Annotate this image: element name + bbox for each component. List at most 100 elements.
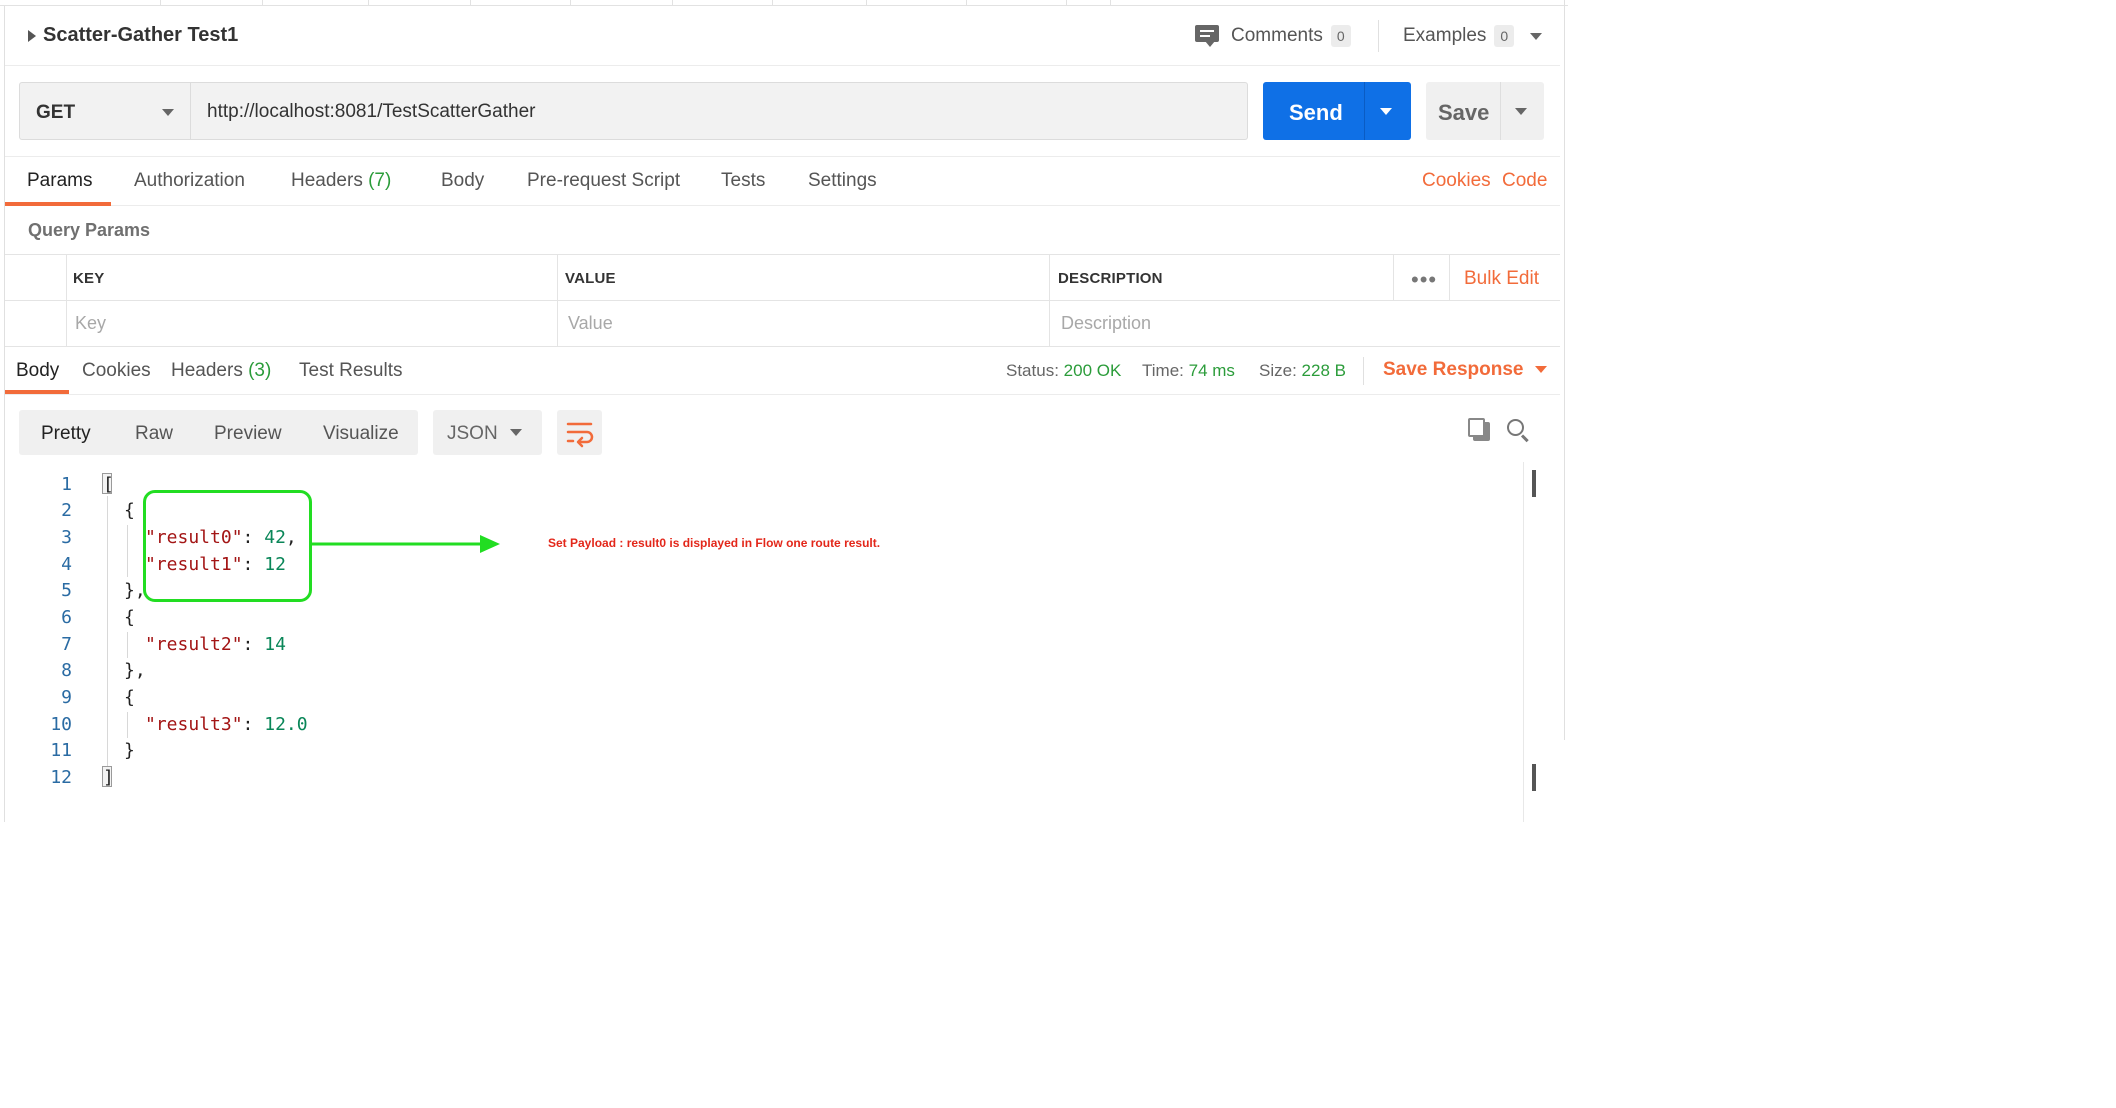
code-line: "result2": 14 — [145, 634, 286, 655]
tab-prerequest-script[interactable]: Pre-request Script — [527, 170, 680, 192]
divider — [1378, 20, 1379, 52]
view-visualize[interactable]: Visualize — [323, 423, 399, 445]
comments-button[interactable]: Comments 0 — [1195, 22, 1351, 50]
tab-authorization[interactable]: Authorization — [134, 170, 245, 192]
save-label: Save — [1438, 100, 1490, 125]
column-divider — [1393, 255, 1394, 301]
more-options-icon[interactable]: ••• — [1411, 267, 1437, 293]
indent-guide — [127, 525, 128, 577]
status-value: 200 OK — [1063, 361, 1122, 380]
send-button[interactable]: Send — [1263, 82, 1411, 140]
size-value: 228 B — [1301, 361, 1346, 380]
key-input[interactable]: Key — [75, 313, 106, 334]
tab-params[interactable]: Params — [27, 170, 92, 192]
status-meta: Status: 200 OK — [1006, 361, 1121, 381]
column-header-description: DESCRIPTION — [1058, 270, 1163, 287]
column-divider — [66, 255, 67, 347]
chevron-down-icon — [1535, 366, 1548, 374]
divider — [1500, 82, 1501, 140]
format-label: JSON — [447, 423, 498, 444]
code-line: { — [124, 687, 135, 708]
wrap-lines-button[interactable] — [557, 410, 602, 455]
send-options-chevron-icon[interactable] — [1380, 108, 1392, 115]
format-select[interactable]: JSON — [433, 410, 542, 455]
save-response-label: Save Response — [1383, 359, 1524, 380]
send-label: Send — [1289, 100, 1343, 125]
cookies-link[interactable]: Cookies — [1422, 170, 1491, 192]
size-label: Size: — [1259, 361, 1297, 380]
line-number: 6 — [61, 607, 72, 628]
column-divider — [1449, 255, 1450, 301]
tab-headers[interactable]: Headers (7) — [291, 170, 391, 192]
url-input[interactable]: http://localhost:8081/TestScatterGather — [190, 82, 1248, 140]
value-input[interactable]: Value — [568, 313, 613, 334]
annotation-arrow-icon — [312, 535, 500, 553]
line-number: 12 — [50, 767, 72, 788]
save-options-chevron-icon[interactable] — [1515, 108, 1527, 115]
examples-button[interactable]: Examples 0 — [1403, 22, 1543, 50]
request-title-row: Scatter-Gather Test1 Comments 0 Examples… — [5, 6, 1560, 66]
scrollbar-thumb[interactable] — [1532, 470, 1536, 497]
view-raw[interactable]: Raw — [135, 423, 173, 445]
line-number: 8 — [61, 660, 72, 681]
save-response-button[interactable]: Save Response — [1383, 359, 1548, 381]
annotation-note: Set Payload : result0 is displayed in Fl… — [548, 536, 881, 550]
indent-guide — [127, 632, 128, 658]
indent-guide — [127, 712, 128, 738]
code-link[interactable]: Code — [1502, 170, 1547, 192]
method-select[interactable]: GET — [19, 82, 191, 140]
url-text: http://localhost:8081/TestScatterGather — [207, 101, 536, 122]
json-colon: : — [242, 714, 265, 735]
examples-count-badge: 0 — [1494, 25, 1515, 47]
response-tab-headers[interactable]: Headers (3) — [171, 360, 271, 382]
headers-count: (7) — [368, 170, 392, 191]
size-meta: Size: 228 B — [1259, 361, 1346, 381]
response-tab-body[interactable]: Body — [16, 360, 59, 382]
tab-headers-label: Headers — [291, 170, 363, 191]
code-line: "result3": 12.0 — [145, 714, 308, 735]
expand-caret-icon[interactable] — [28, 30, 36, 42]
comments-label: Comments — [1231, 25, 1323, 46]
code-line: { — [124, 607, 135, 628]
query-params-title: Query Params — [28, 220, 151, 240]
column-header-key: KEY — [73, 270, 105, 287]
tab-settings[interactable]: Settings — [808, 170, 877, 192]
request-tabs: Params Authorization Headers (7) Body Pr… — [5, 156, 1560, 206]
column-divider — [1049, 255, 1050, 347]
response-headers-count: (3) — [248, 360, 272, 381]
code-line: } — [124, 740, 135, 761]
comment-icon — [1195, 25, 1219, 47]
description-input[interactable]: Description — [1061, 313, 1151, 334]
request-title[interactable]: Scatter-Gather Test1 — [43, 24, 238, 47]
line-number: 11 — [50, 740, 72, 761]
tab-body[interactable]: Body — [441, 170, 484, 192]
json-value: 14 — [264, 634, 286, 655]
indent-guide — [107, 496, 108, 766]
status-label: Status: — [1006, 361, 1059, 380]
json-value: 12.0 — [264, 714, 308, 735]
line-number: 1 — [61, 474, 72, 495]
code-line: ] — [103, 767, 114, 788]
line-number: 4 — [61, 554, 72, 575]
save-button[interactable]: Save — [1426, 82, 1544, 140]
bulk-edit-link[interactable]: Bulk Edit — [1464, 268, 1539, 290]
chevron-down-icon — [1530, 32, 1543, 40]
table-header-row — [5, 255, 1560, 301]
examples-label: Examples — [1403, 25, 1487, 46]
view-pretty[interactable]: Pretty — [41, 423, 91, 445]
tab-tests[interactable]: Tests — [721, 170, 765, 192]
response-tab-test-results[interactable]: Test Results — [299, 360, 402, 382]
copy-icon[interactable] — [1468, 418, 1492, 442]
scrollbar-thumb[interactable] — [1532, 764, 1536, 791]
method-label: GET — [36, 102, 76, 123]
wrap-lines-icon — [566, 422, 594, 448]
editor-scrollbar[interactable] — [1523, 462, 1524, 822]
active-tab-indicator — [5, 202, 111, 206]
code-line: { — [124, 500, 135, 521]
time-meta: Time: 74 ms — [1142, 361, 1235, 381]
search-icon[interactable] — [1507, 419, 1531, 443]
view-mode-segmented: Pretty Raw Preview Visualize — [19, 410, 418, 455]
response-bar: Body Cookies Headers (3) Test Results St… — [5, 347, 1560, 395]
view-preview[interactable]: Preview — [214, 423, 282, 445]
response-tab-cookies[interactable]: Cookies — [82, 360, 151, 382]
